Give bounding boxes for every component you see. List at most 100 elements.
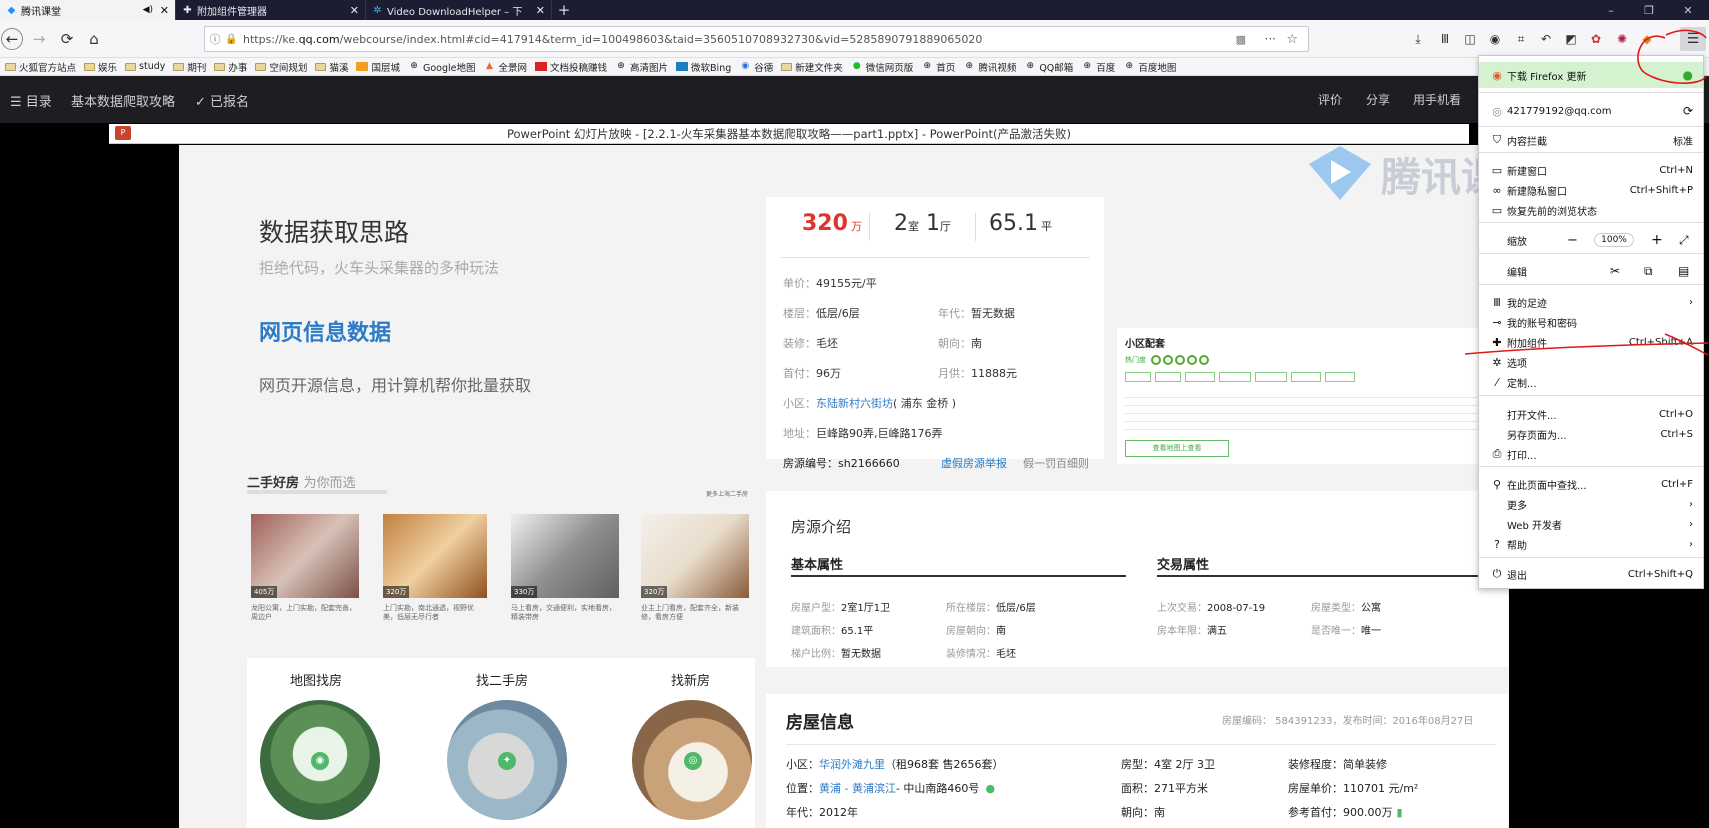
tab-label: Video DownloadHelper – 下 <box>387 6 523 18</box>
audio-playing-icon[interactable]: ◀) <box>143 5 153 15</box>
slide-area: 数据获取思路 拒绝代码，火车头采集器的多种玩法 网页信息数据 网页开源信息，用计… <box>179 145 1515 828</box>
community-row: 小区：东陆新村六街坊( 浦东 金桥 ) <box>783 397 957 410</box>
community-link[interactable]: 东陆新村六街坊 <box>816 397 893 410</box>
report-link[interactable]: 虚假房源举报 <box>941 455 1007 471</box>
attribute-row: 房屋户型：2室1厅1卫 <box>791 603 891 614</box>
bookmark-item[interactable]: ⊕ 百度 <box>1081 60 1116 74</box>
bookmark-item[interactable]: 空间规划 <box>255 60 307 74</box>
calculator-icon[interactable]: ▮ <box>1397 806 1403 819</box>
area-value: 65.1 平 <box>989 211 1052 236</box>
bookmark-item[interactable]: 文档投稿赚钱 <box>535 60 607 74</box>
downloads-icon[interactable]: ⤓ <box>1409 31 1427 47</box>
listing-intro-panel: 房源介绍 基本属性 交易属性 房屋户型：2室1厅1卫 所在楼层：低层/6层 建筑… <box>766 491 1508 667</box>
map-search-label[interactable]: 地图找房 <box>290 670 342 689</box>
open-file-item[interactable]: 打开文件... Ctrl+O <box>1479 405 1703 423</box>
info-icon[interactable]: ⓘ <box>205 31 225 47</box>
tab-tencent-classroom[interactable]: ◆ 腾讯课堂 ◀) ✕ <box>0 0 176 20</box>
bookmark-item[interactable]: 国层城 <box>356 60 400 74</box>
community-link[interactable]: 华润外滩九里 <box>819 758 885 771</box>
house-area: 面积：271平方米 <box>1121 782 1208 795</box>
lock-icon[interactable]: 🔒 <box>225 34 237 45</box>
bookmark-item[interactable]: ⊕ QQ邮箱 <box>1024 60 1074 74</box>
globe-icon: ⊕ <box>410 61 418 71</box>
bookmark-item[interactable]: 办事 <box>214 60 247 74</box>
secondhand-tagline <box>247 490 387 494</box>
bookmark-item[interactable]: ⊕ Google地图 <box>408 60 475 74</box>
minimize-button[interactable]: – <box>1593 0 1629 20</box>
bookmark-item[interactable]: ● 微信网页版 <box>851 60 913 74</box>
new-home-search-label[interactable]: 找新房 <box>671 670 710 689</box>
divider <box>975 213 976 241</box>
slide-description: 网页开源信息，用计算机帮你批量获取 <box>259 376 532 395</box>
map-view-button[interactable]: 查看地图上查看 <box>1125 440 1229 457</box>
chevron-right-icon: › <box>1689 498 1693 510</box>
printer-icon: ⎙ <box>1492 447 1502 460</box>
globe-icon: ⊕ <box>1125 61 1134 71</box>
bookmark-item[interactable]: ▲ 全景网 <box>483 60 527 74</box>
bookmark-item[interactable]: 猫溪 <box>315 60 348 74</box>
list-item[interactable]: 330万 马上看房，交通便利，实地看房，精装带房 <box>511 514 619 622</box>
list-item[interactable]: 320万 业主上门看房，配套齐全，新装修，看房方便 <box>641 514 749 622</box>
qr-code-icon[interactable]: ▩ <box>1236 33 1246 46</box>
close-tab-icon[interactable]: ✕ <box>160 4 169 17</box>
listing-caption: 龙阳公寓，上门实勘，配套完善，周边户 <box>251 604 356 621</box>
bookmark-item[interactable]: study <box>125 61 165 72</box>
find-in-page-item[interactable]: ⚲ 在此页面中查找... Ctrl+F <box>1479 475 1703 493</box>
new-tab-button[interactable]: + <box>552 0 576 20</box>
price-tag: 405万 <box>251 586 278 598</box>
home-icon[interactable]: ⌂ <box>83 28 105 50</box>
house-type: 房型：4室 2厅 3卫 <box>1121 758 1215 771</box>
tab-video-downloadhelper[interactable]: ✲ Video DownloadHelper – 下 ✕ <box>366 0 552 20</box>
bookmark-item[interactable]: ◉ 谷德 <box>739 60 773 74</box>
site-icon <box>356 62 369 71</box>
finder-panel: 地图找房 找二手房 找新房 ◉ ✦ ◎ <box>247 658 755 828</box>
bookmark-star-icon[interactable]: ☆ <box>1286 32 1298 47</box>
more-item[interactable]: 更多 › <box>1479 495 1703 513</box>
close-tab-icon[interactable]: ✕ <box>350 4 359 17</box>
fake-policy-link[interactable]: 假一罚百细则 <box>1023 455 1089 471</box>
bookmark-item[interactable]: ⊕ 百度地图 <box>1123 60 1177 74</box>
list-item[interactable]: 405万 龙阳公寓，上门实勘，配套完善，周边户 <box>251 514 359 622</box>
powerpoint-icon: P <box>115 126 131 140</box>
tab-bar: ◆ 腾讯课堂 ◀) ✕ ✚ 附加组件管理器 ✕ ✲ Video Download… <box>0 0 1709 20</box>
bookmark-item[interactable]: 娱乐 <box>84 60 117 74</box>
attribute-row: 上次交易：2008-07-19 <box>1157 603 1266 614</box>
secondhand-title: 二手好房 为你而选 <box>247 476 356 491</box>
more-secondhand-link[interactable]: 更多上海二手房 <box>706 489 748 498</box>
bookmark-item[interactable]: 火狐官方站点 <box>5 60 76 74</box>
bookmark-item[interactable]: ⊕ 高清图片 <box>615 60 668 74</box>
url-bar[interactable]: ⓘ 🔒 https://ke.qq.com/webcourse/index.ht… <box>204 26 1309 52</box>
share-button[interactable]: 分享 <box>1366 91 1390 108</box>
close-tab-icon[interactable]: ✕ <box>536 4 545 17</box>
tab-addons-manager[interactable]: ✚ 附加组件管理器 ✕ <box>176 0 366 20</box>
forward-icon[interactable]: → <box>28 28 50 50</box>
web-developer-item[interactable]: Web 开发者 › <box>1479 515 1703 533</box>
restore-button[interactable]: ❐ <box>1631 0 1667 20</box>
print-item[interactable]: ⎙ 打印... <box>1479 445 1703 463</box>
help-item[interactable]: ? 帮助 › <box>1479 535 1703 553</box>
rate-button[interactable]: 评价 <box>1318 91 1342 108</box>
map-pin-icon[interactable]: ● <box>985 782 995 795</box>
save-page-item[interactable]: 另存页面为... Ctrl+S <box>1479 425 1703 443</box>
quit-item[interactable]: ⏻ 退出 Ctrl+Shift+Q <box>1479 565 1703 583</box>
community-details <box>1125 390 1505 430</box>
location-link[interactable]: 黄浦 - 黄浦滨江 <box>819 782 896 795</box>
page-actions-icon[interactable]: ··· <box>1265 32 1276 46</box>
list-item[interactable]: 320万 上门实勘，南北通透，视野优美，低层无尽行者 <box>383 514 487 622</box>
attribute-row: 房屋类型：公寓 <box>1311 603 1381 614</box>
bookmark-item[interactable]: 微软Bing <box>676 60 731 74</box>
globe-icon: ⊕ <box>1083 61 1092 71</box>
window-close-button[interactable]: ✕ <box>1670 0 1706 20</box>
back-icon[interactable]: ← <box>1 28 23 50</box>
power-icon: ⏻ <box>1492 567 1502 580</box>
secondhand-search-label[interactable]: 找二手房 <box>476 670 528 689</box>
bookmark-item[interactable]: 新建文件夹 <box>781 60 843 74</box>
bookmark-item[interactable]: ⊕ 腾讯视频 <box>963 60 1017 74</box>
tag-list <box>1125 372 1355 382</box>
tab-label: 腾讯课堂 <box>21 6 61 18</box>
reload-icon[interactable]: ⟳ <box>56 28 78 50</box>
bookmark-item[interactable]: ⊕ 首页 <box>921 60 956 74</box>
folder-icon <box>315 62 327 71</box>
bookmark-item[interactable]: 期刊 <box>173 60 206 74</box>
catalog-button[interactable]: ☰ 目录 <box>10 91 52 110</box>
